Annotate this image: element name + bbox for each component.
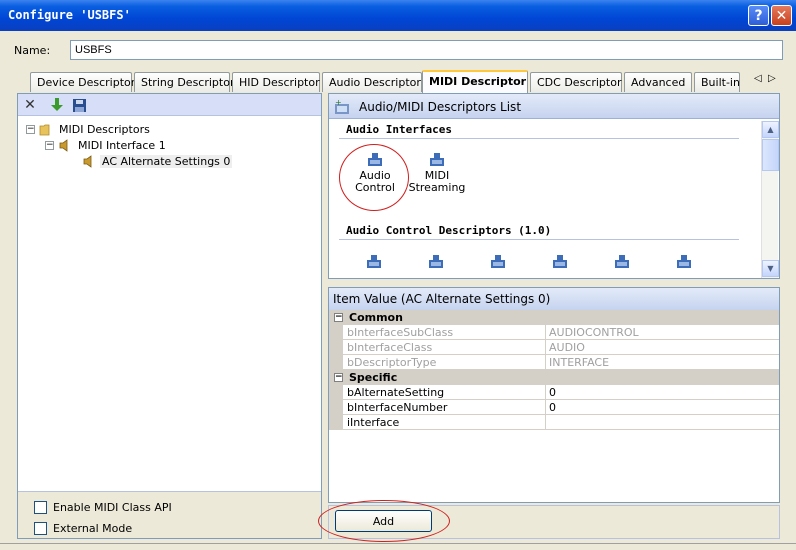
property-name: iInterface [347, 416, 400, 429]
tab-string-descriptor[interactable]: String Descriptor [134, 72, 234, 92]
audio-control-descriptors-heading: Audio Control Descriptors (1.0) [346, 224, 552, 237]
descriptors-list-header: + Audio/MIDI Descriptors List [329, 94, 779, 119]
save-icon[interactable] [70, 96, 88, 114]
tree-node-midi-descriptors[interactable]: − MIDI Descriptors [26, 121, 152, 137]
tab-scroll-left-icon[interactable]: ◁ [754, 73, 762, 84]
property-value-input[interactable]: 0 [545, 385, 779, 400]
property-value: INTERFACE [545, 355, 779, 370]
descriptor-block-icon[interactable] [427, 254, 445, 270]
item-value-header: Item Value (AC Alternate Settings 0) [329, 288, 779, 310]
tab-scroll-right-icon[interactable]: ▷ [768, 73, 776, 84]
common-category-label: Common [349, 311, 403, 324]
collapse-icon[interactable]: − [334, 373, 343, 382]
external-mode-checkbox[interactable] [34, 522, 47, 535]
collapse-icon[interactable]: − [45, 140, 54, 150]
list-scrollbar[interactable]: ▲ ▼ [761, 121, 779, 278]
property-name: bInterfaceClass [347, 341, 433, 354]
property-row: bDescriptorType INTERFACE [329, 355, 779, 370]
svg-text:+: + [335, 99, 342, 107]
descriptor-block-icon [368, 153, 382, 166]
descriptor-block-icon [430, 153, 444, 166]
descriptor-tree: − MIDI Descriptors − MIDI Interface 1 AC… [18, 118, 321, 488]
audio-control-item[interactable]: Audio Control [345, 152, 405, 194]
section-divider [339, 239, 739, 240]
descriptor-block-icon[interactable] [365, 254, 383, 270]
tree-label-interface: MIDI Interface 1 [78, 138, 166, 152]
audio-interfaces-heading: Audio Interfaces [346, 123, 452, 136]
tree-node-midi-interface[interactable]: − MIDI Interface 1 [45, 137, 168, 153]
import-icon[interactable] [48, 96, 66, 114]
name-input[interactable] [70, 40, 783, 60]
speaker-icon [83, 154, 92, 168]
tree-toolbar: ✕ [18, 94, 321, 116]
property-name: bAlternateSetting [347, 386, 445, 399]
descriptor-block-icon[interactable] [613, 254, 631, 270]
property-name: bInterfaceNumber [347, 401, 448, 414]
property-row[interactable]: bInterfaceNumber 0 [329, 400, 779, 415]
folder-icon [39, 124, 50, 135]
tree-node-ac-alternate-settings[interactable]: AC Alternate Settings 0 [82, 153, 233, 169]
help-button[interactable]: ? [748, 5, 769, 26]
tab-device-descriptor[interactable]: Device Descriptor [30, 72, 135, 92]
tab-hid-descriptor[interactable]: HID Descriptor [232, 72, 320, 92]
descriptor-block-icon[interactable] [489, 254, 507, 270]
tab-advanced[interactable]: Advanced [624, 72, 692, 92]
property-row: bInterfaceClass AUDIO [329, 340, 779, 355]
collapse-icon[interactable]: − [26, 124, 35, 134]
tab-audio-descriptor[interactable]: Audio Descriptor [322, 72, 422, 92]
tab-built-in[interactable]: Built-in [694, 72, 740, 92]
add-button[interactable]: Add [335, 510, 432, 532]
property-row: bInterfaceSubClass AUDIOCONTROL [329, 325, 779, 340]
tree-label-root: MIDI Descriptors [59, 122, 150, 136]
external-mode-label: External Mode [53, 522, 133, 535]
specific-category[interactable]: − Specific [329, 370, 779, 385]
enable-midi-class-api-option[interactable]: Enable MIDI Class API [34, 501, 172, 514]
descriptors-list-pane: + Audio/MIDI Descriptors List Audio Inte… [328, 93, 780, 279]
property-row[interactable]: bAlternateSetting 0 [329, 385, 779, 400]
property-value-input[interactable]: 0 [545, 400, 779, 415]
close-button[interactable]: ✕ [771, 5, 792, 26]
descriptor-block-icon[interactable] [551, 254, 569, 270]
property-row[interactable]: iInterface [329, 415, 779, 430]
descriptor-tree-pane: ✕ − MIDI Descriptors − MIDI Interface 1 … [17, 93, 322, 539]
property-name: bDescriptorType [347, 356, 437, 369]
window-bottom-edge [0, 543, 796, 550]
list-add-icon: + [335, 99, 349, 114]
property-value: AUDIO [545, 340, 779, 355]
property-value: AUDIOCONTROL [545, 325, 779, 340]
title-bar: Configure 'USBFS' ? ✕ [0, 0, 796, 31]
tab-midi-descriptor[interactable]: MIDI Descriptor [422, 70, 528, 93]
property-value-input[interactable] [545, 415, 779, 430]
tree-label-setting: AC Alternate Settings 0 [100, 154, 233, 168]
audio-control-line2: Control [355, 181, 395, 194]
speaker-icon [59, 138, 68, 152]
tab-cdc-descriptor[interactable]: CDC Descriptor [530, 72, 622, 92]
scroll-up-icon[interactable]: ▲ [762, 121, 779, 138]
delete-icon[interactable]: ✕ [21, 96, 39, 114]
collapse-icon[interactable]: − [334, 313, 343, 322]
specific-category-label: Specific [349, 371, 398, 384]
descriptor-tabs: Device Descriptor String Descriptor HID … [18, 70, 788, 93]
item-value-pane: Item Value (AC Alternate Settings 0) − C… [328, 287, 780, 503]
midi-streaming-line2: Streaming [408, 181, 466, 194]
section-divider [339, 138, 739, 139]
name-label: Name: [14, 44, 51, 57]
property-name: bInterfaceSubClass [347, 326, 454, 339]
scroll-down-icon[interactable]: ▼ [762, 260, 779, 277]
external-mode-option[interactable]: External Mode [34, 522, 132, 535]
class-options: Enable MIDI Class API External Mode [18, 491, 321, 538]
enable-midi-class-api-checkbox[interactable] [34, 501, 47, 514]
enable-midi-class-api-label: Enable MIDI Class API [53, 501, 172, 514]
scroll-thumb[interactable] [762, 139, 779, 171]
midi-streaming-item[interactable]: MIDI Streaming [407, 152, 467, 194]
common-category[interactable]: − Common [329, 310, 779, 325]
descriptor-block-icon[interactable] [675, 254, 693, 270]
window-title: Configure 'USBFS' [8, 8, 131, 22]
descriptors-list-title: Audio/MIDI Descriptors List [359, 100, 522, 114]
